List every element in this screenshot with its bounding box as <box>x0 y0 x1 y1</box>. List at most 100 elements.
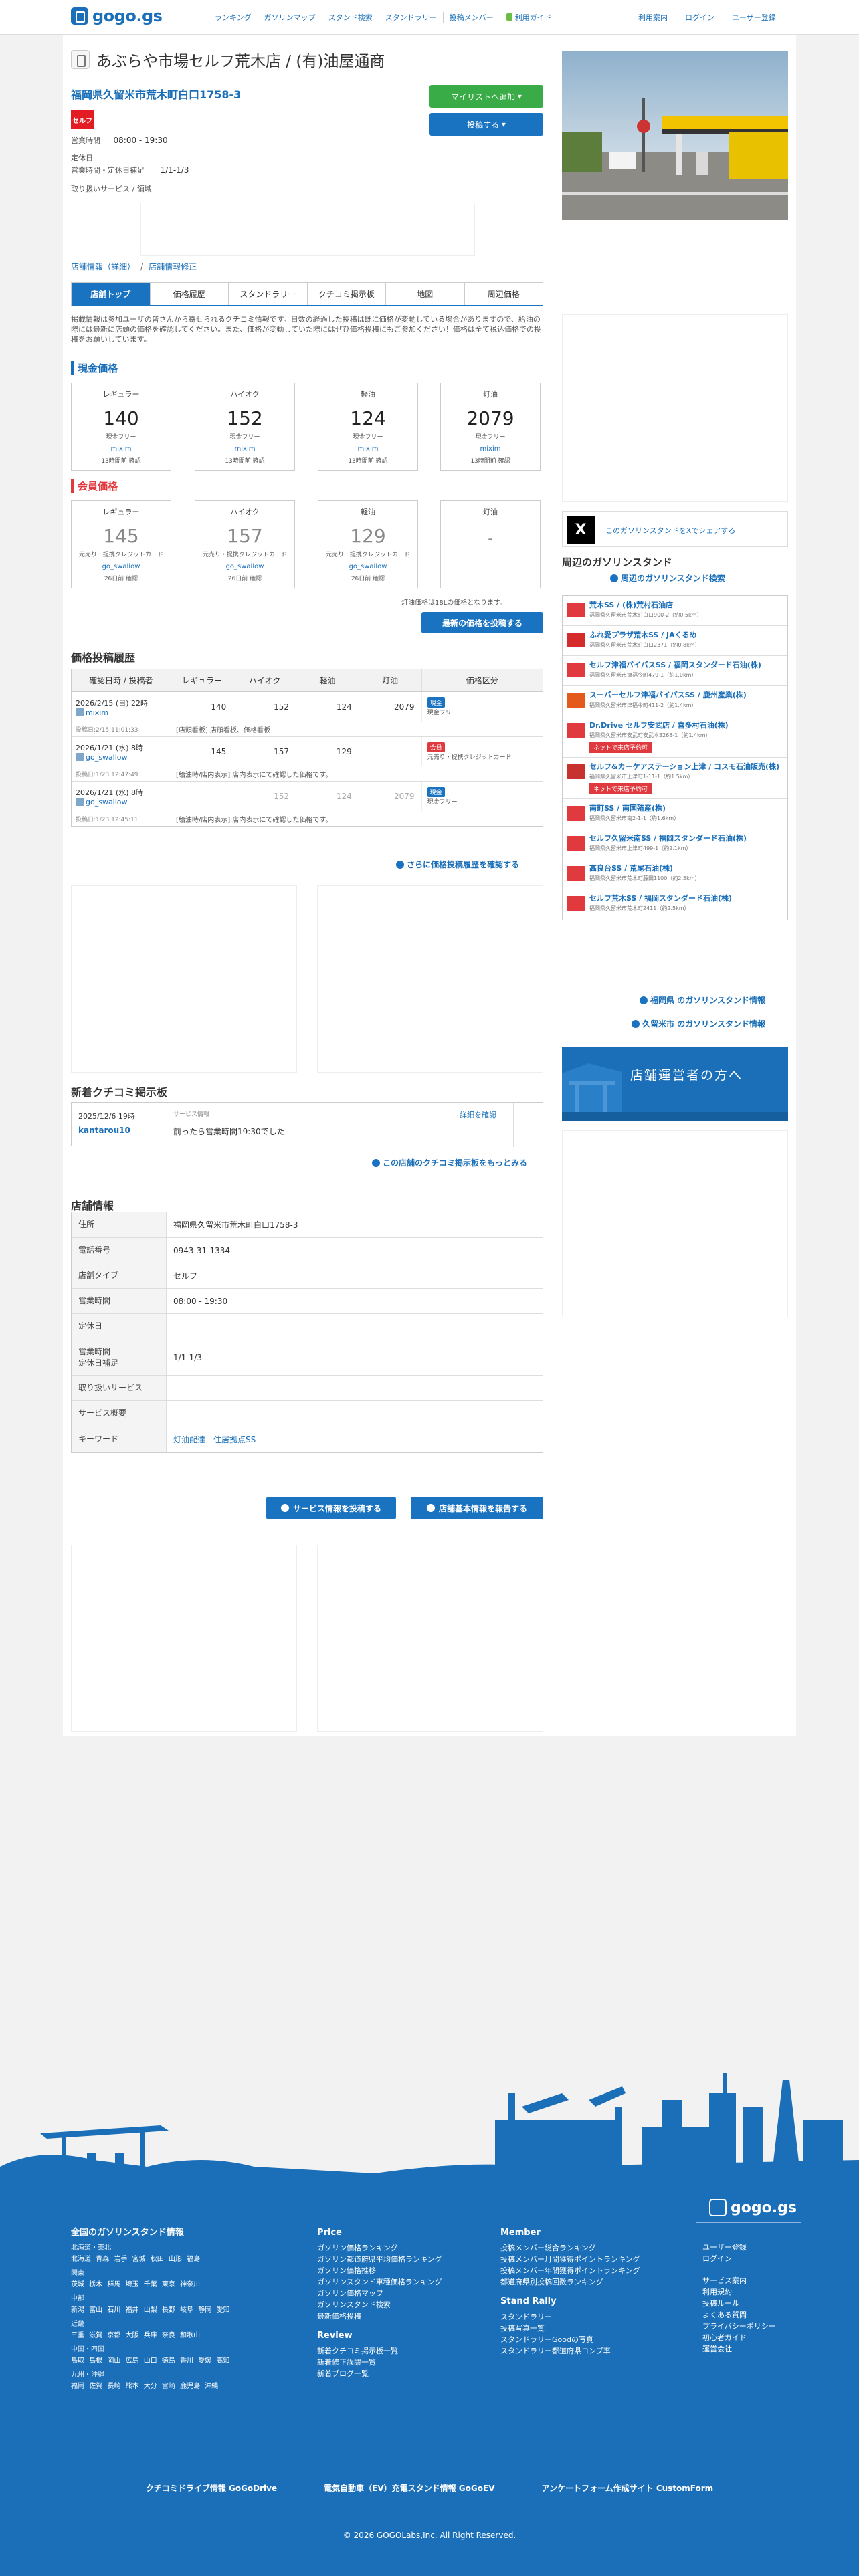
nav-ranking[interactable]: ランキング <box>209 12 258 23</box>
footer-link[interactable]: 運営会社 <box>702 2343 776 2355</box>
nearby-name[interactable]: セルフ津福バイパスSS / 福岡スタンダード石油(株) <box>589 661 787 670</box>
tab-price-history[interactable]: 価格履歴 <box>149 283 228 305</box>
footer-link[interactable]: ガソリン価格マップ <box>317 2288 442 2299</box>
member-card-kerosene[interactable]: 灯油 - <box>440 500 541 588</box>
keyword-link[interactable]: 住居拠点SS <box>213 1434 256 1445</box>
nav-login[interactable]: ログイン <box>685 12 714 23</box>
nearby-name[interactable]: 荒木SS / (株)荒村石油店 <box>589 601 787 610</box>
price-user[interactable]: go_swallow <box>72 563 171 571</box>
row-user[interactable]: mixim <box>86 708 108 717</box>
post-button[interactable]: 投稿する ▾ <box>430 113 543 136</box>
footer-link[interactable]: ガソリンスタンド車種価格ランキング <box>317 2276 442 2288</box>
owner-banner[interactable]: 店舗運営者の方へ <box>562 1047 788 1121</box>
row-user[interactable]: go_swallow <box>86 753 128 762</box>
nearby-name[interactable]: セルフ&カーケアステーション上津 / コスモ石油販売(株) <box>589 762 787 772</box>
nearby-item[interactable]: Dr.Drive セルフ安武店 / 喜多村石油(株) 福岡県久留米市安武町安武本3… <box>563 716 787 758</box>
tab-reviews[interactable]: クチコミ掲示板 <box>306 283 385 305</box>
footer-link[interactable]: サービス案内 <box>702 2275 776 2286</box>
nearby-item[interactable]: 南町SS / 南国殖産(株) 福岡県久留米市南2-1-1（約1.6km） <box>563 799 787 829</box>
more-history-link[interactable]: さらに価格投稿履歴を確認する <box>396 859 519 870</box>
cash-card-regular[interactable]: レギュラー 140 現金フリー mixim 13時間前 確認 <box>71 383 171 471</box>
footer-link[interactable]: 都道府県別投稿回数ランキング <box>500 2276 640 2288</box>
cash-card-diesel[interactable]: 軽油 124 現金フリー mixim 13時間前 確認 <box>318 383 418 471</box>
nearby-name[interactable]: Dr.Drive セルフ安武店 / 喜多村石油(株) <box>589 721 787 730</box>
nearby-name[interactable]: セルフ荒木SS / 福岡スタンダード石油(株) <box>589 894 787 903</box>
footer-link[interactable]: 投稿メンバー総合ランキング <box>500 2242 640 2254</box>
region-prefs[interactable]: 新潟 富山 石川 福井 山梨 長野 岐阜 静岡 愛知 <box>71 2304 229 2316</box>
nav-guide[interactable]: 利用ガイド <box>499 12 558 23</box>
nav-about[interactable]: 利用案内 <box>638 12 668 23</box>
tab-top[interactable]: 店舗トップ <box>72 283 150 305</box>
cash-card-highoctane[interactable]: ハイオク 152 現金フリー mixim 13時間前 確認 <box>195 383 295 471</box>
review-item[interactable]: 2025/12/6 19時 kantarou10 サービス情報 前ったら営業時間… <box>71 1102 543 1147</box>
post-latest-price-button[interactable]: 最新の価格を投稿する <box>421 612 543 633</box>
tab-map[interactable]: 地図 <box>385 283 464 305</box>
footer-link[interactable]: 新着ブログ一覧 <box>317 2368 442 2379</box>
gogodrive-link[interactable]: クチコミドライブ情報 GoGoDrive <box>146 2482 277 2494</box>
footer-link[interactable]: 投稿写真一覧 <box>500 2323 640 2334</box>
cash-card-kerosene[interactable]: 灯油 2079 現金フリー mixim 13時間前 確認 <box>440 383 541 471</box>
nearby-item[interactable]: セルフ津福バイパスSS / 福岡スタンダード石油(株) 福岡県久留米市津福今町47… <box>563 656 787 686</box>
nav-gas-map[interactable]: ガソリンマップ <box>257 12 322 23</box>
price-user[interactable]: mixim <box>441 445 540 453</box>
nearby-item[interactable]: セルフ久留米南SS / 福岡スタンダード石油(株) 福岡県久留米市上津町499-1… <box>563 829 787 859</box>
nearby-item[interactable]: セルフ荒木SS / 福岡スタンダード石油(株) 福岡県久留米市荒木町2411（約2… <box>563 889 787 920</box>
nav-register[interactable]: ユーザー登録 <box>732 12 776 23</box>
gogoev-link[interactable]: 電気自動車（EV）充電スタンド情報 GoGoEV <box>324 2482 494 2494</box>
nav-stand-search[interactable]: スタンド検索 <box>321 12 379 23</box>
footer-link[interactable]: スタンドラリー <box>500 2311 640 2323</box>
region-prefs[interactable]: 鳥取 島根 岡山 広島 山口 徳島 香川 愛媛 高知 <box>71 2355 229 2367</box>
nearby-name[interactable]: スーパーセルフ津福バイパスSS / 鹿州産業(株) <box>589 691 787 700</box>
footer-link[interactable]: ガソリン価格ランキング <box>317 2242 442 2254</box>
post-service-button[interactable]: サービス情報を投稿する <box>266 1497 396 1519</box>
footer-link[interactable]: 利用規約 <box>702 2286 776 2298</box>
price-user[interactable]: mixim <box>72 445 171 453</box>
review-detail-link[interactable]: 詳細を確認 <box>460 1109 496 1120</box>
member-card-diesel[interactable]: 軽油 129 元売り・提携クレジットカード go_swallow 26日前 確認 <box>318 500 418 588</box>
crumb-edit[interactable]: 店舗情報修正 <box>149 262 197 272</box>
footer-link[interactable]: ログイン <box>702 2253 776 2264</box>
nearby-item[interactable]: ふれ愛プラザ荒木SS / JAくるめ 福岡県久留米市荒木町白口2371（約0.8k… <box>563 626 787 656</box>
footer-link[interactable]: スタンドラリー都道府県コンプ率 <box>500 2345 640 2357</box>
report-basic-button[interactable]: 店舗基本情報を報告する <box>411 1497 543 1519</box>
nearby-item[interactable]: スーパーセルフ津福バイパスSS / 鹿州産業(株) 福岡県久留米市津福今町411-… <box>563 686 787 716</box>
footer-link[interactable]: 新着クチコミ掲示板一覧 <box>317 2345 442 2357</box>
crumb-detail[interactable]: 店舗情報（詳細） <box>71 262 135 272</box>
footer-link[interactable]: プライバシーポリシー <box>702 2321 776 2332</box>
footer-link[interactable]: 投稿メンバー月間獲得ポイントランキング <box>500 2254 640 2265</box>
pref-link[interactable]: 福岡県 のガソリンスタンド情報 <box>640 994 765 1006</box>
member-card-regular[interactable]: レギュラー 145 元売り・提携クレジットカード go_swallow 26日前… <box>71 500 171 588</box>
footer-link[interactable]: 投稿ルール <box>702 2298 776 2309</box>
footer-link[interactable]: よくある質問 <box>702 2309 776 2321</box>
nav-stand-rally[interactable]: スタンドラリー <box>378 12 443 23</box>
tab-stand-rally[interactable]: スタンドラリー <box>228 283 307 305</box>
nearby-name[interactable]: 高良台SS / 荒尾石油(株) <box>589 864 787 873</box>
footer-link[interactable]: 初心者ガイド <box>702 2332 776 2343</box>
region-prefs[interactable]: 茨城 栃木 群馬 埼玉 千葉 東京 神奈川 <box>71 2279 229 2290</box>
nearby-item[interactable]: セルフ&カーケアステーション上津 / コスモ石油販売(株) 福岡県久留米市上津町1… <box>563 758 787 799</box>
nearby-item[interactable]: 荒木SS / (株)荒村石油店 福岡県久留米市荒木町白口900-2（約0.5km） <box>563 596 787 626</box>
footer-link[interactable]: 新着修正誤謬一覧 <box>317 2357 442 2368</box>
footer-link[interactable]: 投稿メンバー年間獲得ポイントランキング <box>500 2265 640 2276</box>
price-user[interactable]: mixim <box>318 445 417 453</box>
price-user[interactable]: go_swallow <box>195 563 294 571</box>
add-mylist-button[interactable]: マイリストへ追加 ▾ <box>430 85 543 108</box>
region-prefs[interactable]: 福岡 佐賀 長崎 熊本 大分 宮崎 鹿児島 沖縄 <box>71 2381 229 2392</box>
site-logo[interactable]: gogo.gs <box>71 7 163 25</box>
row-user[interactable]: go_swallow <box>86 798 128 807</box>
reserve-badge[interactable]: ネットで来店予約可 <box>589 742 652 753</box>
review-user[interactable]: kantarou10 <box>78 1125 130 1135</box>
nearby-name[interactable]: 南町SS / 南国殖産(株) <box>589 804 787 813</box>
member-card-highoctane[interactable]: ハイオク 157 元売り・提携クレジットカード go_swallow 26日前 … <box>195 500 295 588</box>
price-user[interactable]: mixim <box>195 445 294 453</box>
footer-link[interactable]: ガソリン都道府県平均価格ランキング <box>317 2254 442 2265</box>
region-prefs[interactable]: 三重 滋賀 京都 大阪 兵庫 奈良 和歌山 <box>71 2330 229 2341</box>
more-reviews-link[interactable]: この店舗のクチコミ掲示板をもっとみる <box>372 1157 527 1168</box>
footer-logo[interactable]: gogo.gs <box>709 2199 797 2216</box>
customform-link[interactable]: アンケートフォーム作成サイト CustomForm <box>541 2482 713 2494</box>
price-user[interactable]: go_swallow <box>318 563 417 571</box>
nearby-name[interactable]: ふれ愛プラザ荒木SS / JAくるめ <box>589 631 787 640</box>
nearby-item[interactable]: 高良台SS / 荒尾石油(株) 福岡県久留米市荒木町藤田1100（約2.5km） <box>563 859 787 889</box>
tab-nearby-prices[interactable]: 周辺価格 <box>464 283 543 305</box>
station-address[interactable]: 福岡県久留米市荒木町白口1758-3 <box>71 86 241 102</box>
